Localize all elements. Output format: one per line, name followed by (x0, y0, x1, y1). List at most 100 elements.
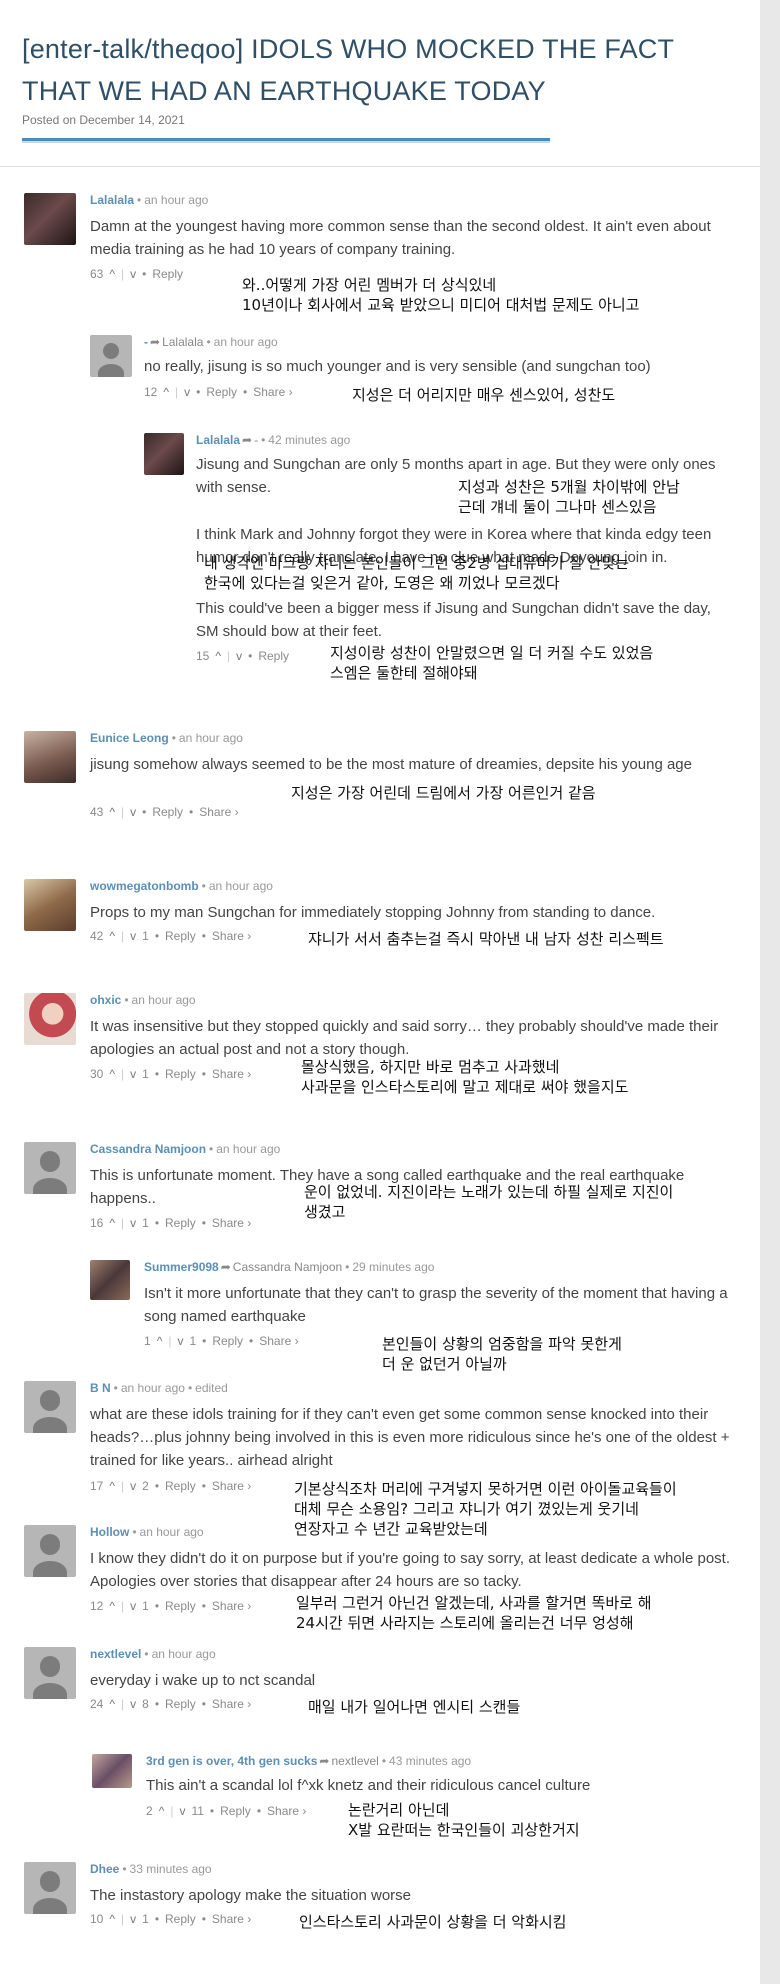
upvote-icon[interactable]: ^ (157, 1334, 163, 1348)
timestamp[interactable]: 33 minutes ago (130, 1862, 212, 1876)
username-link[interactable]: Hollow (90, 1525, 129, 1539)
reply-button[interactable]: Reply (165, 1216, 196, 1230)
upvote-icon[interactable]: ^ (163, 385, 169, 399)
avatar[interactable] (24, 731, 76, 783)
avatar[interactable] (144, 433, 184, 475)
reply-to-user[interactable]: nextlevel (331, 1754, 378, 1768)
share-button[interactable]: Share › (212, 1479, 251, 1493)
reply-button[interactable]: Reply (258, 649, 289, 663)
downvote-icon[interactable]: v (130, 1912, 136, 1926)
reply-to-user[interactable]: - (254, 433, 258, 447)
timestamp[interactable]: an hour ago (121, 1381, 185, 1395)
share-button[interactable]: Share › (267, 1804, 306, 1818)
share-button[interactable]: Share › (212, 1912, 251, 1926)
timestamp[interactable]: an hour ago (144, 193, 208, 207)
username-link[interactable]: - (144, 335, 148, 349)
downvote-icon[interactable]: v (177, 1334, 183, 1348)
timestamp[interactable]: an hour ago (132, 993, 196, 1007)
username-link[interactable]: Cassandra Namjoon (90, 1142, 206, 1156)
upvote-icon[interactable]: ^ (109, 1912, 115, 1926)
upvote-icon[interactable]: ^ (109, 929, 115, 943)
username-link[interactable]: Lalalala (90, 193, 134, 207)
timestamp[interactable]: 42 minutes ago (268, 433, 350, 447)
username-link[interactable]: Dhee (90, 1862, 119, 1876)
reply-button[interactable]: Reply (165, 1479, 196, 1493)
downvote-icon[interactable]: v (130, 1599, 136, 1613)
reply-to-user[interactable]: Lalalala (162, 335, 203, 349)
avatar[interactable] (92, 1754, 132, 1788)
timestamp[interactable]: an hour ago (140, 1525, 204, 1539)
reply-button[interactable]: Reply (165, 1697, 196, 1711)
timestamp[interactable]: an hour ago (152, 1647, 216, 1661)
timestamp[interactable]: an hour ago (179, 731, 243, 745)
upvote-icon[interactable]: ^ (109, 1479, 115, 1493)
upvote-count: 30 (90, 1067, 104, 1081)
reply-button[interactable]: Reply (206, 385, 237, 399)
upvote-icon[interactable]: ^ (109, 267, 115, 281)
timestamp[interactable]: 29 minutes ago (352, 1260, 434, 1274)
downvote-icon[interactable]: v (130, 1067, 136, 1081)
comment-actions: 12 ^ | v • Reply • Share › (144, 385, 293, 399)
upvote-icon[interactable]: ^ (109, 805, 115, 819)
reply-to-user[interactable]: Cassandra Namjoon (233, 1260, 342, 1274)
downvote-icon[interactable]: v (179, 1804, 185, 1818)
timestamp[interactable]: an hour ago (209, 879, 273, 893)
downvote-icon[interactable]: v (236, 649, 242, 663)
share-button[interactable]: Share › (259, 1334, 298, 1348)
downvote-icon[interactable]: v (130, 1479, 136, 1493)
share-button[interactable]: Share › (212, 1599, 251, 1613)
upvote-icon[interactable]: ^ (109, 1216, 115, 1230)
avatar[interactable] (24, 1142, 76, 1194)
username-link[interactable]: Lalalala (196, 433, 240, 447)
reply-button[interactable]: Reply (152, 805, 183, 819)
avatar[interactable] (90, 335, 132, 377)
avatar[interactable] (24, 1647, 76, 1699)
timestamp[interactable]: an hour ago (216, 1142, 280, 1156)
reply-button[interactable]: Reply (220, 1804, 251, 1818)
avatar[interactable] (24, 879, 76, 931)
share-button[interactable]: Share › (199, 805, 238, 819)
reply-button[interactable]: Reply (165, 1067, 196, 1081)
share-button[interactable]: Share › (212, 1697, 251, 1711)
username-link[interactable]: B N (90, 1381, 111, 1395)
reply-button[interactable]: Reply (212, 1334, 243, 1348)
downvote-icon[interactable]: v (130, 1216, 136, 1230)
upvote-icon[interactable]: ^ (109, 1697, 115, 1711)
upvote-icon[interactable]: ^ (159, 1804, 165, 1818)
username-link[interactable]: 3rd gen is over, 4th gen sucks (146, 1754, 317, 1768)
share-button[interactable]: Share › (212, 1067, 251, 1081)
timestamp[interactable]: an hour ago (214, 335, 278, 349)
avatar[interactable] (24, 1862, 76, 1914)
share-button[interactable]: Share › (253, 385, 292, 399)
timestamp[interactable]: 43 minutes ago (389, 1754, 471, 1768)
upvote-count: 16 (90, 1216, 104, 1230)
downvote-icon[interactable]: v (130, 267, 136, 281)
comment: wowmegatonbomb • an hour ago Props to my m… (24, 879, 744, 959)
upvote-count: 10 (90, 1912, 104, 1926)
korean-translation: 지성과 성찬은 5개월 차이밖에 안남 근데 걔네 둘이 그나마 센스있음 (458, 477, 680, 517)
reply-button[interactable]: Reply (165, 1599, 196, 1613)
downvote-icon[interactable]: v (130, 929, 136, 943)
upvote-icon[interactable]: ^ (109, 1067, 115, 1081)
avatar[interactable] (24, 193, 76, 245)
username-link[interactable]: Eunice Leong (90, 731, 169, 745)
avatar[interactable] (24, 993, 76, 1045)
downvote-icon[interactable]: v (130, 1697, 136, 1711)
share-button[interactable]: Share › (212, 1216, 251, 1230)
upvote-icon[interactable]: ^ (109, 1599, 115, 1613)
reply-button[interactable]: Reply (165, 1912, 196, 1926)
avatar[interactable] (90, 1260, 130, 1300)
username-link[interactable]: wowmegatonbomb (90, 879, 199, 893)
username-link[interactable]: ohxic (90, 993, 121, 1007)
upvote-icon[interactable]: ^ (215, 649, 221, 663)
downvote-icon[interactable]: v (184, 385, 190, 399)
username-link[interactable]: Summer9098 (144, 1260, 219, 1274)
username-link[interactable]: nextlevel (90, 1647, 141, 1661)
avatar[interactable] (24, 1525, 76, 1577)
reply-button[interactable]: Reply (152, 267, 183, 281)
reply-button[interactable]: Reply (165, 929, 196, 943)
comment-meta: 3rd gen is over, 4th gen sucks ➦ nextlevel… (146, 1754, 472, 1768)
avatar[interactable] (24, 1381, 76, 1433)
downvote-icon[interactable]: v (130, 805, 136, 819)
share-button[interactable]: Share › (212, 929, 251, 943)
